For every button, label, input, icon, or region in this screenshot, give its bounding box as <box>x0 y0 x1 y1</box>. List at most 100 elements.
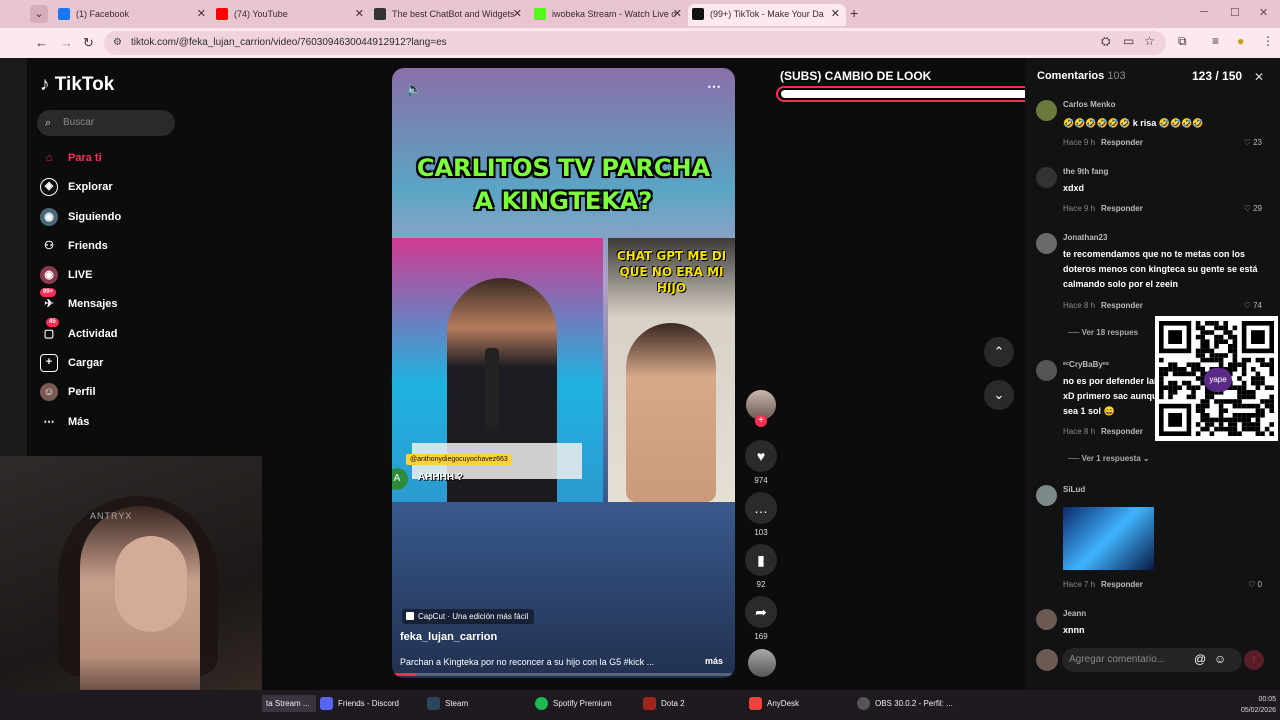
send-comment-button[interactable]: ↑ <box>1244 650 1264 670</box>
sidebar-item-mas[interactable]: ⋯ Más <box>40 410 180 434</box>
back-icon[interactable]: ← <box>35 35 48 50</box>
like-count: 974 <box>754 476 768 485</box>
reply-button[interactable]: Responder <box>1101 580 1143 589</box>
comment-like[interactable]: ♡ 74 <box>1244 301 1262 310</box>
avatar[interactable] <box>1036 360 1057 381</box>
menu-kebab-icon[interactable]: ⋮ <box>1262 34 1274 48</box>
sidebar-item-siguiendo[interactable]: ◉ Siguiendo <box>40 205 180 229</box>
tiktok-note-icon: ♪ <box>40 74 50 95</box>
comment-user[interactable]: Jeann <box>1063 609 1086 618</box>
maximize-button[interactable]: ☐ <box>1230 6 1240 19</box>
tab-tiktok[interactable]: (99+) TikTok - Make Your Da ✕ <box>688 4 846 26</box>
previous-video-button[interactable]: ⌃ <box>984 337 1014 367</box>
volume-icon[interactable]: 🔈 <box>406 81 422 97</box>
close-tab-icon[interactable]: ✕ <box>831 4 840 24</box>
tab-search-button[interactable]: ⌄ <box>30 5 48 23</box>
avatar[interactable] <box>1036 485 1057 506</box>
tab-title: (1) Facebook <box>76 9 130 19</box>
comment-user[interactable]: SiLud <box>1063 485 1085 494</box>
taskbar-item-steam[interactable]: Steam <box>427 697 469 710</box>
minimize-button[interactable]: ─ <box>1200 6 1208 18</box>
next-video-button[interactable]: ⌄ <box>984 380 1014 410</box>
taskbar-item-spotify[interactable]: Spotify Premium <box>535 697 612 710</box>
url-bar[interactable]: ⚙ tiktok.com/@feka_lujan_carrion/video/76… <box>104 31 1166 55</box>
sidebar-item-para-ti[interactable]: ⌂ Para ti <box>40 146 180 170</box>
emoji-icon[interactable]: ☺ <box>1214 652 1226 666</box>
close-window-button[interactable]: ✕ <box>1259 6 1268 19</box>
mention-icon[interactable]: @ <box>1194 652 1206 666</box>
comment-user[interactable]: the 9th fang <box>1063 167 1108 176</box>
tiktok-logo[interactable]: ♪ TikTok <box>40 74 114 96</box>
comment-icon[interactable]: … <box>745 492 777 524</box>
share-action[interactable]: ➦ 169 <box>745 596 777 641</box>
comment-user[interactable]: Carlos Menko <box>1063 100 1115 109</box>
close-tab-icon[interactable]: ✕ <box>197 4 206 24</box>
comment-user[interactable]: ᵉᶜCryBaByᵉˢ <box>1063 360 1109 369</box>
video-progress-track[interactable] <box>392 673 735 676</box>
sidebar-item-perfil[interactable]: ☺ Perfil <box>40 380 180 404</box>
reply-button[interactable]: Responder <box>1101 204 1143 213</box>
sidebar-item-explorar[interactable]: ◈ Explorar <box>40 175 180 199</box>
forward-icon[interactable]: → <box>60 35 73 50</box>
comment-action[interactable]: … 103 <box>745 492 777 537</box>
heart-icon[interactable]: ♥ <box>745 440 777 472</box>
tab-chatbot[interactable]: The best ChatBot and Widgets ✕ <box>370 4 528 26</box>
new-tab-button[interactable]: + <box>850 5 858 21</box>
reply-button[interactable]: Responder <box>1101 138 1143 147</box>
tab-title: (74) YouTube <box>234 9 288 19</box>
comment-like[interactable]: ♡ 0 <box>1248 580 1262 589</box>
taskbar-item-obs[interactable]: OBS 30.0.2 - Perfil: ... <box>857 697 953 710</box>
system-clock[interactable]: 00:05 05/02/2026 <box>1236 694 1276 716</box>
taskbar-item-kick[interactable]: ta Stream ... <box>262 695 316 712</box>
reload-icon[interactable]: ↻ <box>83 35 94 51</box>
reply-button[interactable]: Responder <box>1101 301 1143 310</box>
video-author[interactable]: feka_lujan_carrion <box>400 631 497 643</box>
comment-like[interactable]: ♡ 29 <box>1244 204 1262 213</box>
sidebar-item-label: Siguiendo <box>68 211 122 223</box>
sidebar-item-label: Explorar <box>68 181 113 193</box>
sidebar-item-mensajes[interactable]: ✈ 99+ Mensajes <box>40 288 180 316</box>
cast-icon[interactable]: ▭ <box>1123 34 1134 48</box>
like-action[interactable]: ♥ 974 <box>745 440 777 485</box>
avatar[interactable] <box>1036 233 1057 254</box>
video-player[interactable]: 🔈 ⋯ CARLITOS TV PARCHA A KINGTEKA? @antho… <box>392 68 735 678</box>
view-replies-link[interactable]: ── Ver 1 respuesta ⌄ <box>1068 454 1150 463</box>
close-comments-icon[interactable]: ✕ <box>1254 70 1264 84</box>
view-replies-link[interactable]: ── Ver 18 respues <box>1068 328 1138 337</box>
sidebar-item-friends[interactable]: ⚇ Friends <box>40 234 180 258</box>
comment-like[interactable]: ♡ 23 <box>1244 138 1262 147</box>
description-more-link[interactable]: más <box>705 656 723 666</box>
avatar[interactable] <box>1036 100 1057 121</box>
music-disc-avatar[interactable] <box>748 649 776 677</box>
sidebar-item-live[interactable]: ◉ LIVE <box>40 263 180 287</box>
close-tab-icon[interactable]: ✕ <box>673 4 682 24</box>
tab-facebook[interactable]: (1) Facebook ✕ <box>54 4 212 26</box>
bookmark-icon[interactable]: ▮ <box>745 544 777 576</box>
sidebar-item-actividad[interactable]: ▢ 45 Actividad <box>40 318 180 346</box>
taskbar-label: Steam <box>445 699 469 708</box>
site-info-icon[interactable]: ⚙ <box>113 31 122 55</box>
extensions-icon[interactable]: ⧉ <box>1178 34 1187 49</box>
profile-avatar-icon[interactable]: ● <box>1237 34 1244 48</box>
bookmark-star-icon[interactable]: ☆ <box>1144 34 1155 48</box>
tab-kick[interactable]: iwobeka Stream - Watch Live o ✕ <box>530 4 688 26</box>
search-input[interactable]: ⌕ Buscar <box>37 110 175 136</box>
capcut-tag[interactable]: CapCut · Una edición más fácil <box>402 609 535 624</box>
follow-plus-icon[interactable]: + <box>755 415 767 427</box>
taskbar-item-discord[interactable]: Friends - Discord <box>320 697 399 710</box>
reply-button[interactable]: Responder <box>1101 427 1143 436</box>
close-tab-icon[interactable]: ✕ <box>355 4 364 24</box>
taskbar-item-anydesk[interactable]: AnyDesk <box>749 697 799 710</box>
close-tab-icon[interactable]: ✕ <box>513 4 522 24</box>
taskbar-item-dota[interactable]: Dota 2 <box>643 697 685 710</box>
tab-youtube[interactable]: (74) YouTube ✕ <box>212 4 370 26</box>
share-icon[interactable]: ➦ <box>745 596 777 628</box>
sidebar-item-cargar[interactable]: + Cargar <box>40 351 180 375</box>
save-action[interactable]: ▮ 92 <box>745 544 777 589</box>
avatar[interactable] <box>1036 167 1057 188</box>
translate-icon[interactable]: ⛭ <box>1101 34 1111 49</box>
avatar[interactable] <box>1036 609 1057 630</box>
reading-list-icon[interactable]: ≡ <box>1212 34 1219 48</box>
comment-user[interactable]: Jonathan23 <box>1063 233 1107 242</box>
video-options-icon[interactable]: ⋯ <box>707 78 721 95</box>
